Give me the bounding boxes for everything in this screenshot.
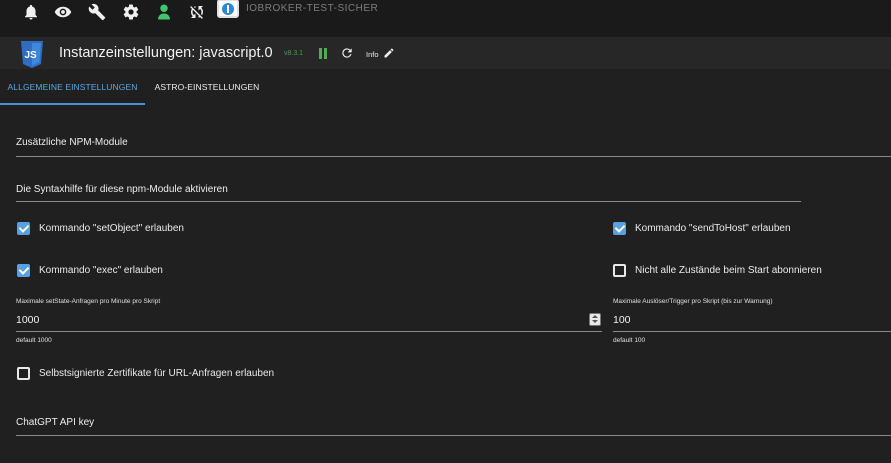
user-icon[interactable] xyxy=(154,2,174,22)
settings-icon[interactable] xyxy=(121,2,141,22)
max-setstate-label: Maximale setState-Anfragen pro Minute pr… xyxy=(16,298,161,305)
version-label: v8.3.1 xyxy=(284,50,304,57)
syntax-help-underline xyxy=(16,201,801,202)
self-signed-checkbox[interactable]: Selbstsignierte Zertifikate für URL-Anfr… xyxy=(17,365,274,381)
iobroker-logo xyxy=(217,0,239,18)
exec-checkbox[interactable]: Kommando "exec" erlauben xyxy=(17,262,163,278)
sync-disabled-icon[interactable] xyxy=(187,2,207,22)
exec-label: Kommando "exec" erlauben xyxy=(39,264,163,276)
wrench-icon[interactable] xyxy=(87,2,107,22)
checkbox-unchecked-icon[interactable] xyxy=(17,366,30,380)
max-triggers-underline xyxy=(613,331,891,332)
send-to-host-checkbox[interactable]: Kommando "sendToHost" erlauben xyxy=(613,220,791,236)
set-object-label: Kommando "setObject" erlauben xyxy=(39,222,184,234)
max-triggers-helper: default 100 xyxy=(613,337,646,344)
edit-icon[interactable] xyxy=(383,47,395,59)
checkbox-checked-icon[interactable] xyxy=(17,263,30,277)
max-triggers-input[interactable]: 100 xyxy=(613,314,631,326)
not-all-states-checkbox[interactable]: Nicht alle Zustände beim Start abonniere… xyxy=(613,262,822,278)
top-app-bar: IOBROKER-TEST-SICHER xyxy=(0,0,891,37)
tab-astro-settings[interactable]: ASTRO-EINSTELLUNGEN xyxy=(145,69,269,105)
set-object-checkbox[interactable]: Kommando "setObject" erlauben xyxy=(17,220,184,236)
chatgpt-api-key-field[interactable]: ChatGPT API key xyxy=(16,417,94,428)
settings-tabs: ALLGEMEINE EINSTELLUNGEN ASTRO-EINSTELLU… xyxy=(0,69,891,105)
not-all-states-label: Nicht alle Zustände beim Start abonniere… xyxy=(635,264,822,276)
send-to-host-label: Kommando "sendToHost" erlauben xyxy=(635,222,791,234)
tab-general-settings[interactable]: ALLGEMEINE EINSTELLUNGEN xyxy=(0,69,145,105)
syntax-help-field[interactable]: Die Syntaxhilfe für diese npm-Module akt… xyxy=(16,184,228,195)
eye-icon[interactable] xyxy=(53,2,73,22)
page-title: Instanzeinstellungen: javascript.0 xyxy=(59,45,273,61)
checkbox-unchecked-icon[interactable] xyxy=(613,263,626,277)
brand-name: IOBROKER-TEST-SICHER xyxy=(246,3,379,14)
bell-icon[interactable] xyxy=(21,2,41,22)
settings-header: JS Instanzeinstellungen: javascript.0 v8… xyxy=(0,37,891,69)
number-spinner-icon[interactable] xyxy=(589,313,601,326)
max-setstate-underline xyxy=(16,331,602,332)
checkbox-checked-icon[interactable] xyxy=(17,221,30,235)
pause-icon[interactable] xyxy=(318,48,328,59)
max-setstate-input[interactable]: 1000 xyxy=(16,314,39,326)
max-setstate-helper: default 1000 xyxy=(16,337,52,344)
max-triggers-label: Maximale Auslöser/Trigger pro Skript (bi… xyxy=(613,298,773,305)
svg-text:JS: JS xyxy=(25,50,38,61)
npm-modules-underline xyxy=(16,156,891,157)
checkbox-checked-icon[interactable] xyxy=(613,221,626,235)
npm-modules-field[interactable]: Zusätzliche NPM-Module xyxy=(16,137,128,148)
javascript-logo-icon: JS xyxy=(21,41,43,68)
chatgpt-api-key-underline xyxy=(16,435,891,436)
reload-icon[interactable] xyxy=(340,46,354,60)
info-button[interactable]: Info xyxy=(366,50,379,59)
instance-settings-panel: JS Instanzeinstellungen: javascript.0 v8… xyxy=(0,37,891,463)
self-signed-label: Selbstsignierte Zertifikate für URL-Anfr… xyxy=(39,367,275,379)
